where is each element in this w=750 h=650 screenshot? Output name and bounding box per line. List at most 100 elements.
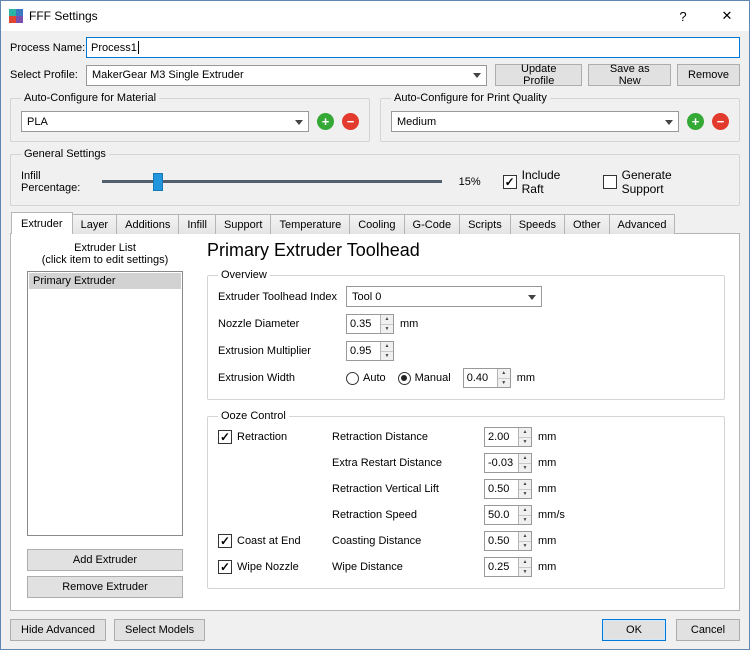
ok-button[interactable]: OK [602, 619, 666, 641]
spin-up-icon[interactable] [497, 369, 510, 379]
retraction-distance-value[interactable]: 2.00 [485, 428, 518, 446]
extrusion-multiplier-value[interactable]: 0.95 [347, 342, 380, 360]
chevron-down-icon[interactable] [662, 115, 676, 129]
tab-infill[interactable]: Infill [178, 214, 216, 234]
spin-down-icon[interactable] [519, 541, 531, 550]
spinner-buttons[interactable] [380, 342, 393, 360]
add-quality-button[interactable]: + [687, 113, 704, 130]
spinner-buttons[interactable] [518, 558, 531, 576]
spin-down-icon[interactable] [519, 489, 531, 498]
quality-group: Auto-Configure for Print Quality Medium … [380, 92, 740, 142]
extrusion-width-value[interactable]: 0.40 [464, 369, 497, 387]
tab-layer[interactable]: Layer [71, 214, 118, 234]
close-button[interactable]: ✕ [705, 1, 749, 31]
coasting-distance-value[interactable]: 0.50 [485, 532, 518, 550]
nozzle-diameter-value[interactable]: 0.35 [347, 315, 380, 333]
chevron-down-icon[interactable] [292, 115, 306, 129]
spinner-buttons[interactable] [518, 532, 531, 550]
wipe-distance-value[interactable]: 0.25 [485, 558, 518, 576]
spin-up-icon[interactable] [519, 428, 531, 438]
spinner-buttons[interactable] [496, 369, 510, 387]
help-button[interactable]: ? [661, 1, 705, 31]
tab-support[interactable]: Support [214, 214, 272, 234]
remove-extruder-button[interactable]: Remove Extruder [27, 576, 183, 598]
retraction-speed-input[interactable]: 50.0 [484, 505, 532, 525]
spin-up-icon[interactable] [381, 342, 393, 352]
coasting-distance-row: Coast at End Coasting Distance 0.50 mm [218, 531, 714, 551]
retraction-checkbox[interactable] [218, 430, 232, 444]
wipe-distance-unit: mm [538, 561, 557, 573]
tab-extruder[interactable]: Extruder [11, 212, 73, 234]
add-extruder-button[interactable]: Add Extruder [27, 549, 183, 571]
retraction-vertical-lift-value[interactable]: 0.50 [485, 480, 518, 498]
remove-profile-button[interactable]: Remove [677, 64, 740, 86]
extrusion-multiplier-input[interactable]: 0.95 [346, 341, 394, 361]
tab-additions[interactable]: Additions [116, 214, 180, 234]
list-item-primary-extruder[interactable]: Primary Extruder [29, 273, 181, 289]
extrusion-width-input[interactable]: 0.40 [462, 368, 511, 388]
tab-speeds[interactable]: Speeds [509, 214, 566, 234]
tab-temperature[interactable]: Temperature [270, 214, 351, 234]
coasting-distance-input[interactable]: 0.50 [484, 531, 532, 551]
spin-down-icon[interactable] [519, 515, 531, 524]
spin-down-icon[interactable] [519, 463, 531, 472]
spin-up-icon[interactable] [519, 480, 531, 490]
cancel-button[interactable]: Cancel [676, 619, 740, 641]
spin-down-icon[interactable] [381, 351, 393, 360]
spin-up-icon[interactable] [519, 532, 531, 542]
hide-advanced-button[interactable]: Hide Advanced [10, 619, 106, 641]
extruder-list[interactable]: Primary Extruder [27, 271, 183, 536]
extra-restart-distance-unit: mm [538, 457, 557, 469]
tab-other[interactable]: Other [564, 214, 610, 234]
quality-select[interactable]: Medium [391, 111, 679, 132]
chevron-down-icon[interactable] [525, 290, 539, 304]
spinner-buttons[interactable] [518, 428, 531, 446]
tab-scripts[interactable]: Scripts [459, 214, 511, 234]
chevron-down-icon[interactable] [470, 68, 484, 82]
spinner-buttons[interactable] [380, 315, 393, 333]
spin-down-icon[interactable] [519, 567, 531, 576]
extra-restart-distance-value[interactable]: -0.03 [485, 454, 518, 472]
spin-down-icon[interactable] [497, 378, 510, 387]
infill-slider[interactable] [101, 172, 442, 192]
remove-material-button[interactable]: − [342, 113, 359, 130]
add-material-button[interactable]: + [317, 113, 334, 130]
extrusion-width-manual-radio[interactable] [397, 371, 411, 385]
retraction-speed-value[interactable]: 50.0 [485, 506, 518, 524]
remove-quality-button[interactable]: − [712, 113, 729, 130]
profile-select[interactable]: MakerGear M3 Single Extruder [86, 64, 488, 86]
spinner-buttons[interactable] [518, 480, 531, 498]
generate-support-checkbox[interactable] [602, 175, 617, 189]
toolhead-index-select[interactable]: Tool 0 [346, 286, 542, 307]
extrusion-multiplier-row: Extrusion Multiplier 0.95 [218, 341, 714, 361]
coast-at-end-checkbox[interactable] [218, 534, 232, 548]
update-profile-button[interactable]: Update Profile [495, 63, 583, 87]
retraction-distance-input[interactable]: 2.00 [484, 427, 532, 447]
tab-cooling[interactable]: Cooling [349, 214, 405, 234]
extrusion-width-auto-radio[interactable] [346, 371, 359, 385]
nozzle-diameter-input[interactable]: 0.35 [346, 314, 394, 334]
spin-up-icon[interactable] [519, 506, 531, 516]
material-group-title: Auto-Configure for Material [24, 92, 157, 104]
tab-advanced[interactable]: Advanced [608, 214, 676, 234]
material-select[interactable]: PLA [21, 111, 309, 132]
include-raft-checkbox[interactable] [502, 175, 517, 189]
spin-up-icon[interactable] [519, 454, 531, 464]
spinner-buttons[interactable] [518, 454, 531, 472]
spin-down-icon[interactable] [519, 437, 531, 446]
process-name-input[interactable]: Process1 [86, 37, 740, 58]
spinner-buttons[interactable] [518, 506, 531, 524]
retraction-vertical-lift-input[interactable]: 0.50 [484, 479, 532, 499]
slider-handle[interactable] [152, 173, 163, 191]
titlebar[interactable]: FFF Settings ? ✕ [1, 1, 749, 31]
wipe-nozzle-checkbox[interactable] [218, 560, 232, 574]
save-as-new-button[interactable]: Save as New [588, 63, 672, 87]
tab-gcode[interactable]: G-Code [403, 214, 461, 234]
spin-down-icon[interactable] [381, 324, 393, 333]
spin-up-icon[interactable] [519, 558, 531, 568]
spin-up-icon[interactable] [381, 315, 393, 325]
wipe-distance-input[interactable]: 0.25 [484, 557, 532, 577]
select-models-button[interactable]: Select Models [114, 619, 206, 641]
extruder-list-subtitle: (click item to edit settings) [41, 254, 169, 266]
extra-restart-distance-input[interactable]: -0.03 [484, 453, 532, 473]
